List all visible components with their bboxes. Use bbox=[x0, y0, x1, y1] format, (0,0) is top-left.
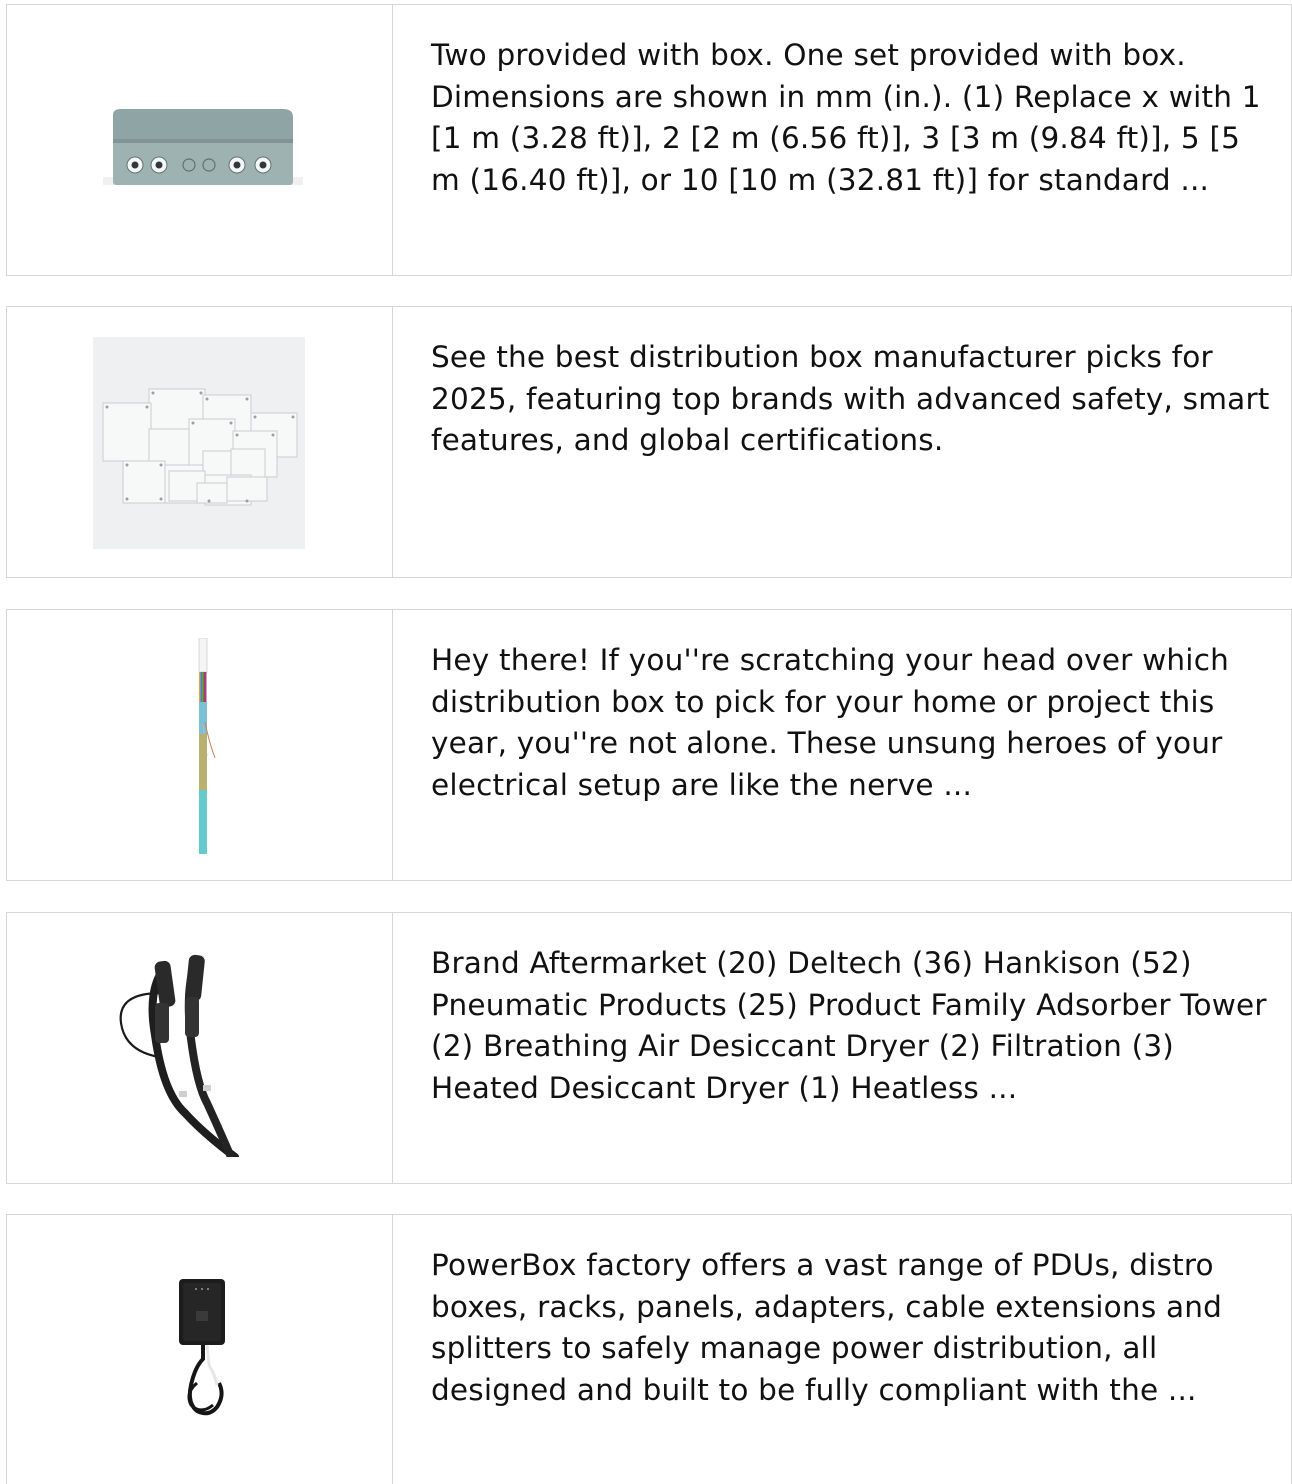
result-thumbnail[interactable] bbox=[7, 610, 393, 880]
result-snippet: Brand Aftermarket (20) Deltech (36) Hank… bbox=[431, 946, 1267, 1105]
result-snippet: Hey there! If you''re scratching your he… bbox=[431, 643, 1230, 802]
gray-junction-box-image bbox=[97, 105, 307, 255]
result-snippet: See the best distribution box manufactur… bbox=[431, 340, 1270, 457]
result-snippet-cell: See the best distribution box manufactur… bbox=[393, 307, 1291, 577]
result-snippet-cell: Brand Aftermarket (20) Deltech (36) Hank… bbox=[393, 913, 1291, 1183]
result-snippet-cell: Two provided with box. One set provided … bbox=[393, 5, 1291, 275]
result-thumbnail[interactable] bbox=[7, 913, 393, 1183]
black-connector-cables-image bbox=[119, 954, 239, 1157]
result-card[interactable]: Two provided with box. One set provided … bbox=[6, 4, 1292, 276]
result-snippet-cell: Hey there! If you''re scratching your he… bbox=[393, 610, 1291, 880]
result-snippet: Two provided with box. One set provided … bbox=[431, 38, 1261, 197]
result-snippet-cell: PowerBox factory offers a vast range of … bbox=[393, 1215, 1291, 1484]
result-thumbnail[interactable] bbox=[7, 1215, 393, 1484]
fiber-cable-image bbox=[198, 638, 216, 854]
result-thumbnail[interactable] bbox=[7, 307, 393, 577]
result-list: Two provided with box. One set provided … bbox=[0, 0, 1292, 1484]
result-snippet: PowerBox factory offers a vast range of … bbox=[431, 1248, 1223, 1407]
result-card[interactable]: Hey there! If you''re scratching your he… bbox=[6, 609, 1292, 881]
wall-charger-image bbox=[179, 1279, 225, 1416]
result-thumbnail[interactable] bbox=[7, 5, 393, 275]
result-card[interactable]: PowerBox factory offers a vast range of … bbox=[6, 1214, 1292, 1484]
stacked-enclosures-image bbox=[93, 337, 305, 549]
result-card[interactable]: Brand Aftermarket (20) Deltech (36) Hank… bbox=[6, 912, 1292, 1184]
result-card[interactable]: See the best distribution box manufactur… bbox=[6, 306, 1292, 578]
